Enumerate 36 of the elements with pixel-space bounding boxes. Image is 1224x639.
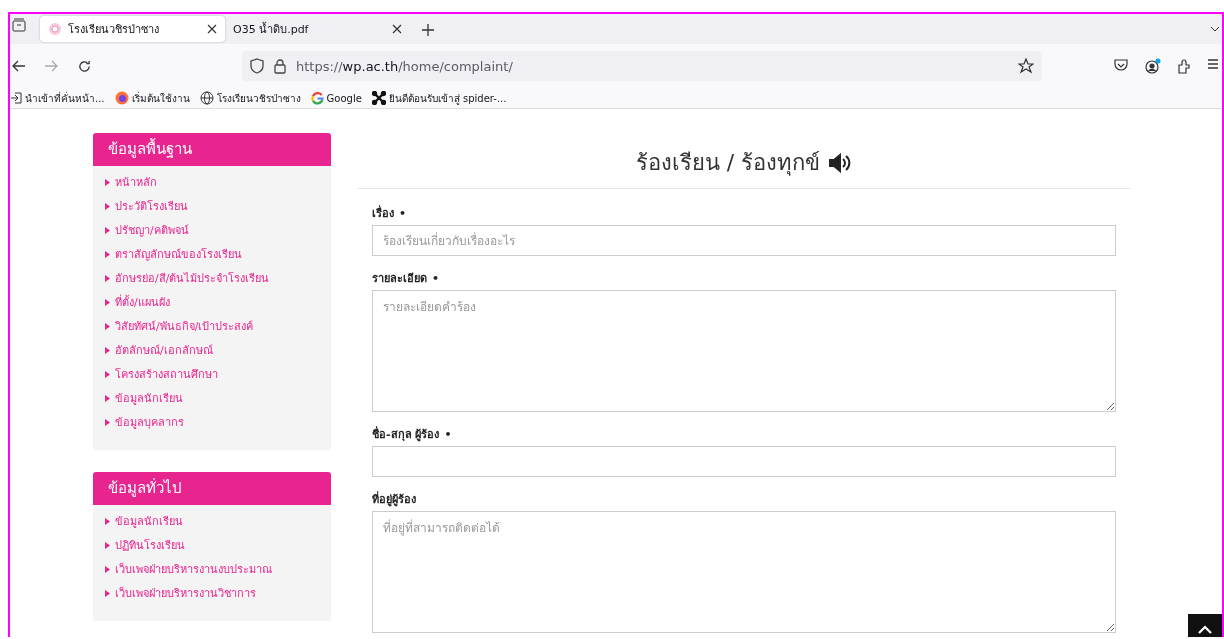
browser-tab[interactable]: โรงเรียนวชิรป่าซาง xyxy=(40,16,225,42)
menu-link[interactable]: ปรัชญา/คติพจน์ xyxy=(115,221,189,239)
menu-link[interactable]: อักษรย่อ/สี/ต้นไม้ประจำโรงเรียน xyxy=(115,269,270,287)
menu-link[interactable]: ตราสัญลักษณ์ของโรงเรียน xyxy=(115,245,242,263)
bookmark-link[interactable]: ยินดีต้อนรับเข้าสู่ spider-... xyxy=(371,90,507,106)
field-label: ที่อยู่ผู้ร้อง xyxy=(372,490,416,508)
required-mark: • xyxy=(399,206,407,220)
section-header: ข้อมูลทั่วไป xyxy=(93,472,331,505)
bookmark-link[interactable]: โรงเรียนวชิรป่าซาง xyxy=(199,90,301,106)
bookmark-link[interactable]: เริ่มต้นใช้งาน xyxy=(114,90,190,106)
menu-link[interactable]: ประวัติโรงเรียน xyxy=(115,197,188,215)
text-field[interactable]: ร้องเรียนเกี่ยวกับเรื่องอะไร xyxy=(372,225,1116,256)
address-bar[interactable]: https://wp.ac.th/home/complaint/ xyxy=(242,51,1042,81)
required-mark: • xyxy=(444,427,452,441)
page-title: ร้องเรียน / ร้องทุกข์ xyxy=(635,149,821,178)
menu-link[interactable]: อัตลักษณ์/เอกลักษณ์ xyxy=(115,341,213,359)
required-mark: • xyxy=(432,271,440,285)
bookmark-link[interactable]: Google xyxy=(310,91,362,105)
text-area[interactable]: ที่อยู่ที่สามารถติดต่อได้ xyxy=(372,511,1116,633)
bookmark-link[interactable]: นำเข้าที่คั่นหน้า... xyxy=(10,90,105,106)
menu-link[interactable]: ข้อมูลนักเรียน xyxy=(115,389,183,407)
menu-link[interactable]: เว็บเพจฝ่ายบริหารงานงบประมาณ xyxy=(115,560,272,578)
field-label: เรื่อง xyxy=(372,204,394,222)
field-label: ชื่อ-สกุล ผู้ร้อง xyxy=(372,425,440,443)
section-header: ข้อมูลพื้นฐาน xyxy=(93,133,331,166)
menu-link[interactable]: ข้อมูลนักเรียน xyxy=(115,512,183,530)
menu-link[interactable]: หน้าหลัก xyxy=(115,173,157,191)
menu-link[interactable]: ปฏิทินโรงเรียน xyxy=(115,536,185,554)
menu-link[interactable]: เว็บเพจฝ่ายบริหารงานวิชาการ xyxy=(115,584,256,602)
menu-link[interactable]: ที่ตั้ง/แผนผัง xyxy=(115,293,170,311)
field-label: รายละเอียด xyxy=(372,271,427,287)
menu-link[interactable]: วิสัยทัศน์/พันธกิจ/เป้าประสงค์ xyxy=(115,317,254,335)
menu-link[interactable]: ข้อมูลบุคลากร xyxy=(115,413,184,431)
text-area[interactable]: รายละเอียดคำร้อง xyxy=(372,290,1116,412)
browser-tab[interactable]: O35 น้ำดิบ.pdf xyxy=(225,16,410,42)
menu-link[interactable]: โครงสร้างสถานศึกษา xyxy=(115,365,218,383)
